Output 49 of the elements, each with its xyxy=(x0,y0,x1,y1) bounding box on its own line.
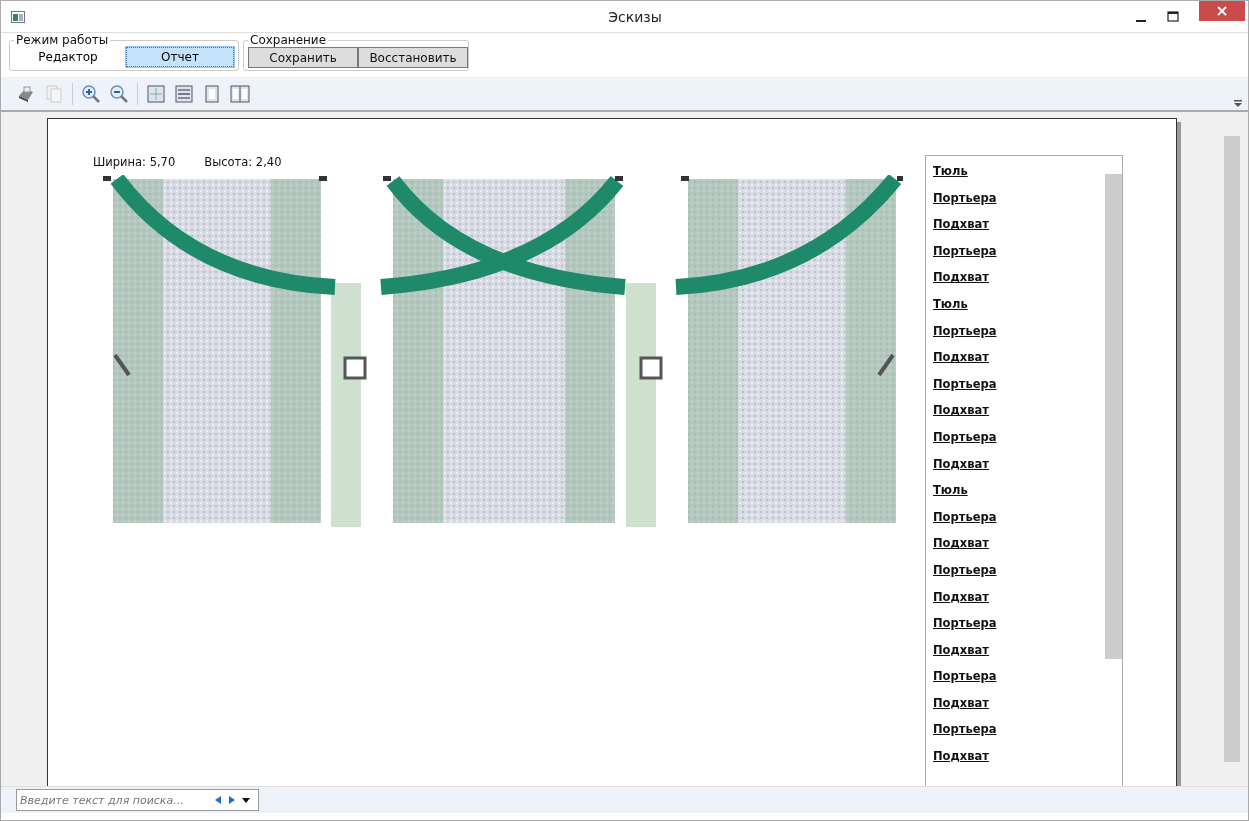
group-title: Режим работы xyxy=(15,33,110,47)
group-title: Сохранение xyxy=(249,33,328,47)
item-link[interactable]: Тюль xyxy=(933,164,1105,178)
save-group-button[interactable]: Сохранить xyxy=(248,47,358,68)
item-link[interactable]: Подхват xyxy=(933,270,1105,285)
zoom-in-icon[interactable] xyxy=(81,83,101,104)
item-link[interactable]: Портьера xyxy=(933,323,1105,338)
item-link[interactable]: Тюль xyxy=(933,483,1105,498)
mode-option[interactable]: Отчет xyxy=(126,47,234,67)
single-page-icon[interactable] xyxy=(202,83,222,104)
close-button[interactable] xyxy=(1199,1,1245,21)
item-link[interactable]: Подхват xyxy=(933,589,1105,604)
mode-option[interactable]: Редактор xyxy=(14,47,122,67)
previous-icon[interactable] xyxy=(214,796,222,804)
item-link[interactable]: Подхват xyxy=(933,403,1105,418)
item-link[interactable]: Портьера xyxy=(933,429,1105,444)
height-label: Высота: 2,40 xyxy=(204,155,282,169)
close-icon xyxy=(1217,6,1227,16)
dropdown-icon[interactable] xyxy=(242,796,250,804)
item-link[interactable]: Портьера xyxy=(933,190,1105,205)
item-link[interactable]: Портьера xyxy=(933,509,1105,524)
item-link[interactable]: Подхват xyxy=(933,350,1105,365)
item-link[interactable]: Портьера xyxy=(933,669,1105,684)
next-icon[interactable] xyxy=(228,796,236,804)
save-group-button[interactable]: Восстановить xyxy=(358,47,468,68)
item-link[interactable]: Портьера xyxy=(933,616,1105,631)
item-link[interactable]: Портьера xyxy=(933,722,1105,737)
item-link[interactable]: Тюль xyxy=(933,296,1105,311)
item-link[interactable]: Подхват xyxy=(933,456,1105,471)
two-pages-icon[interactable] xyxy=(230,83,250,104)
search-box[interactable]: Введите текст для поиска... xyxy=(16,789,259,811)
maximize-icon[interactable] xyxy=(1167,10,1179,23)
overflow-icon[interactable] xyxy=(1234,100,1242,108)
item-link[interactable]: Подхват xyxy=(933,536,1105,551)
item-link[interactable]: Подхват xyxy=(933,695,1105,710)
page-scrollbar[interactable] xyxy=(1224,136,1240,762)
window-title: Эскизы xyxy=(607,8,663,25)
app-icon xyxy=(11,10,25,23)
item-link[interactable]: Портьера xyxy=(933,376,1105,391)
item-link[interactable]: Портьера xyxy=(933,562,1105,577)
item-link[interactable]: Подхват xyxy=(933,642,1105,657)
fit-width-icon[interactable] xyxy=(174,83,194,104)
zoom-out-icon[interactable] xyxy=(109,83,129,104)
item-link[interactable]: Подхват xyxy=(933,749,1105,764)
width-label: Ширина: 5,70 xyxy=(93,155,176,169)
print-icon[interactable] xyxy=(16,83,36,104)
item-link[interactable]: Портьера xyxy=(933,243,1105,258)
item-link[interactable]: Подхват xyxy=(933,217,1105,232)
list-scrollbar[interactable] xyxy=(1105,174,1122,659)
